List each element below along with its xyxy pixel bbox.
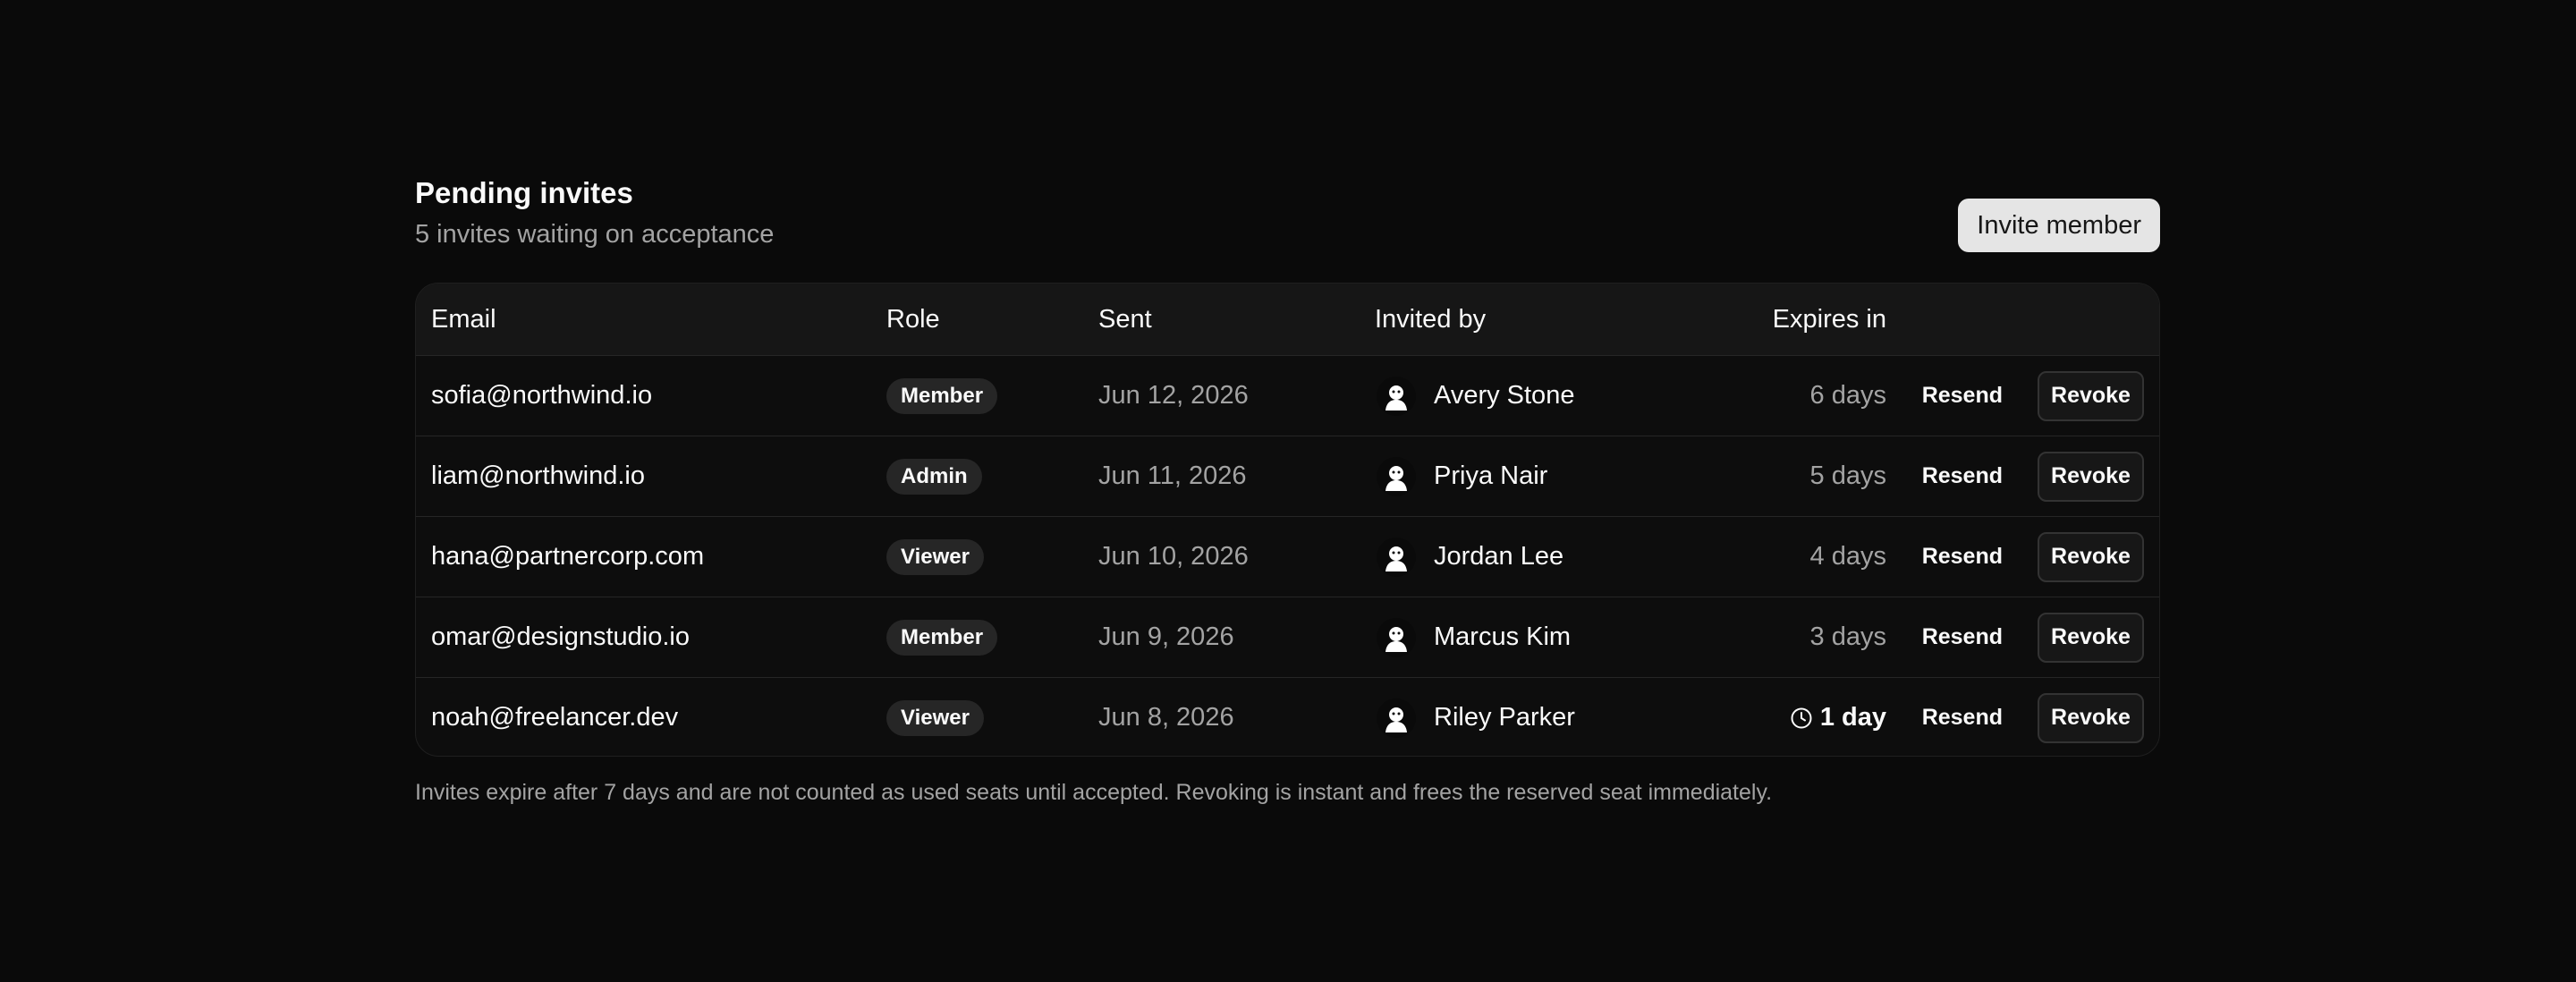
revoke-button[interactable]: Revoke <box>2038 370 2144 421</box>
invited-by-cell: Priya Nair <box>1377 436 1547 516</box>
resend-cell: Resend <box>1913 436 2012 516</box>
revoke-cell: Revoke <box>2038 436 2144 516</box>
inviter-name: Jordan Lee <box>1434 542 1564 571</box>
table-row: sofia@northwind.io Member Jun 12, 2026 A… <box>416 356 2159 436</box>
resend-cell: Resend <box>1913 517 2012 597</box>
invite-email: liam@northwind.io <box>431 461 645 490</box>
avatar-icon <box>1377 698 1416 738</box>
panel-header: Pending invites 5 invites waiting on acc… <box>415 175 2160 283</box>
invite-email: noah@freelancer.dev <box>431 703 679 732</box>
role-cell: Member <box>886 356 998 436</box>
resend-cell: Resend <box>1913 678 2012 756</box>
pending-invites-panel: Pending invites 5 invites waiting on acc… <box>415 175 2160 805</box>
invite-email: omar@designstudio.io <box>431 622 690 651</box>
expires-in: 3 days <box>1809 622 1886 651</box>
resend-button[interactable]: Resend <box>1913 614 2012 661</box>
avatar-icon <box>1377 376 1416 416</box>
role-badge: Member <box>886 377 998 414</box>
column-header-sent: Sent <box>1098 305 1152 334</box>
revoke-cell: Revoke <box>2038 597 2144 677</box>
role-cell: Viewer <box>886 678 984 756</box>
column-header-email: Email <box>431 305 496 334</box>
sent-date: Jun 12, 2026 <box>1098 381 1249 410</box>
column-header-invited-by: Invited by <box>1375 305 1487 334</box>
avatar-icon <box>1377 617 1416 657</box>
table-row: omar@designstudio.io Member Jun 9, 2026 … <box>416 597 2159 678</box>
revoke-cell: Revoke <box>2038 517 2144 597</box>
revoke-button[interactable]: Revoke <box>2038 612 2144 663</box>
table-row: noah@freelancer.dev Viewer Jun 8, 2026 R… <box>416 678 2159 756</box>
inviter-name: Marcus Kim <box>1434 622 1572 651</box>
sent-date: Jun 8, 2026 <box>1098 703 1234 732</box>
role-badge: Admin <box>886 458 982 495</box>
expires-in: 5 days <box>1809 461 1886 490</box>
resend-button[interactable]: Resend <box>1913 695 2012 741</box>
revoke-cell: Revoke <box>2038 356 2144 436</box>
role-cell: Admin <box>886 436 982 516</box>
sent-date: Jun 10, 2026 <box>1098 542 1249 571</box>
expires-in: 1 day <box>1790 678 1886 756</box>
resend-button[interactable]: Resend <box>1913 534 2012 580</box>
invite-member-button[interactable]: Invite member <box>1958 199 2160 252</box>
invited-by-cell: Marcus Kim <box>1377 597 1571 677</box>
revoke-button[interactable]: Revoke <box>2038 451 2144 502</box>
role-cell: Member <box>886 597 998 677</box>
clock-icon <box>1790 707 1813 730</box>
page-title: Pending invites <box>415 176 633 209</box>
avatar-icon <box>1377 456 1416 496</box>
role-badge: Member <box>886 619 998 656</box>
resend-cell: Resend <box>1913 356 2012 436</box>
table-body: sofia@northwind.io Member Jun 12, 2026 A… <box>416 356 2159 756</box>
revoke-cell: Revoke <box>2038 678 2144 756</box>
invited-by-cell: Avery Stone <box>1377 356 1574 436</box>
role-badge: Viewer <box>886 538 984 575</box>
page-subtitle: 5 invites waiting on acceptance <box>415 220 775 249</box>
footnote: Invites expire after 7 days and are not … <box>415 780 1773 805</box>
avatar-icon <box>1377 537 1416 577</box>
table-header: Email Role Sent Invited by Expires in <box>416 284 2159 356</box>
sent-date: Jun 11, 2026 <box>1098 461 1247 490</box>
resend-button[interactable]: Resend <box>1913 453 2012 500</box>
table-row: hana@partnercorp.com Viewer Jun 10, 2026… <box>416 517 2159 597</box>
inviter-name: Priya Nair <box>1434 461 1548 490</box>
column-header-expires: Expires in <box>1772 305 1886 334</box>
resend-cell: Resend <box>1913 597 2012 677</box>
expires-in: 4 days <box>1809 542 1886 571</box>
inviter-name: Riley Parker <box>1434 703 1575 732</box>
invites-table: Email Role Sent Invited by Expires in so… <box>415 283 2160 757</box>
column-header-role: Role <box>886 305 940 334</box>
invited-by-cell: Riley Parker <box>1377 678 1575 756</box>
sent-date: Jun 9, 2026 <box>1098 622 1234 651</box>
invite-email: sofia@northwind.io <box>431 381 653 410</box>
table-row: liam@northwind.io Admin Jun 11, 2026 Pri… <box>416 436 2159 517</box>
inviter-name: Avery Stone <box>1434 381 1575 410</box>
expires-in: 6 days <box>1809 381 1886 410</box>
resend-button[interactable]: Resend <box>1913 373 2012 419</box>
invited-by-cell: Jordan Lee <box>1377 517 1563 597</box>
invite-email: hana@partnercorp.com <box>431 542 705 571</box>
role-badge: Viewer <box>886 699 984 736</box>
role-cell: Viewer <box>886 517 984 597</box>
revoke-button[interactable]: Revoke <box>2038 692 2144 743</box>
revoke-button[interactable]: Revoke <box>2038 531 2144 582</box>
